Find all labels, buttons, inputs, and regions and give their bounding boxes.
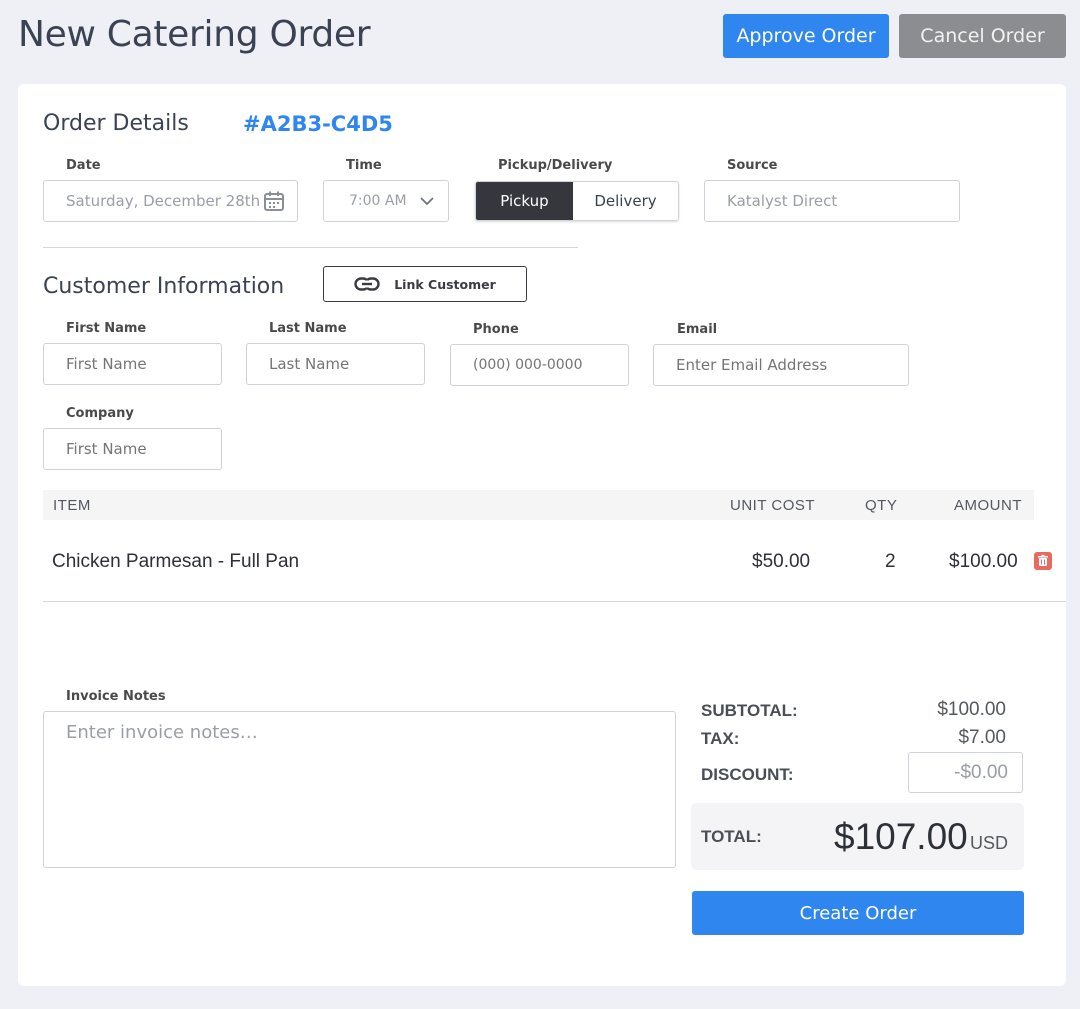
time-label: Time — [346, 158, 382, 173]
table-divider — [43, 601, 1066, 602]
page-title: New Catering Order — [18, 14, 371, 55]
date-value: Saturday, December 28th — [66, 192, 261, 210]
tax-value: $7.00 — [958, 727, 1006, 748]
total-box: TOTAL: $107.00 USD — [691, 803, 1024, 870]
email-label: Email — [677, 322, 718, 337]
phone-label: Phone — [473, 322, 519, 337]
tax-label: TAX: — [701, 729, 740, 748]
order-details-title: Order Details — [43, 111, 189, 136]
first-name-input[interactable] — [43, 343, 222, 385]
col-amount: AMOUNT — [954, 497, 1022, 514]
link-icon — [354, 277, 380, 291]
time-select[interactable]: 7:00 AM — [323, 180, 449, 222]
invoice-notes-label: Invoice Notes — [66, 689, 166, 704]
last-name-input[interactable] — [246, 343, 425, 385]
first-name-label: First Name — [66, 321, 147, 336]
company-label: Company — [66, 406, 134, 421]
total-currency: USD — [970, 833, 1009, 853]
col-unit-cost: UNIT COST — [730, 497, 816, 514]
invoice-notes-textarea[interactable]: Enter invoice notes… — [43, 711, 676, 868]
total-value: $107.00 — [834, 816, 968, 857]
discount-label: DISCOUNT: — [701, 765, 794, 784]
create-order-button[interactable]: Create Order — [692, 891, 1024, 935]
col-qty: QTY — [865, 497, 898, 514]
section-divider — [43, 247, 578, 248]
item-qty: 2 — [885, 551, 896, 572]
discount-input[interactable]: -$0.00 — [908, 752, 1023, 793]
approve-order-button[interactable]: Approve Order — [723, 14, 889, 58]
subtotal-value: $100.00 — [937, 699, 1006, 720]
phone-input[interactable] — [450, 344, 629, 386]
order-id: #A2B3-C4D5 — [243, 112, 393, 136]
link-customer-button[interactable]: Link Customer — [323, 266, 527, 302]
source-label: Source — [727, 158, 778, 173]
source-value: Katalyst Direct — [727, 192, 838, 210]
source-field[interactable]: Katalyst Direct — [704, 180, 960, 222]
date-label: Date — [66, 158, 101, 173]
date-field[interactable]: Saturday, December 28th — [43, 180, 298, 222]
col-item: ITEM — [53, 497, 91, 514]
items-table-header: ITEM UNIT COST QTY AMOUNT — [43, 490, 1034, 520]
customer-info-title: Customer Information — [43, 274, 285, 299]
pickup-option[interactable]: Pickup — [476, 182, 573, 220]
pickup-delivery-label: Pickup/Delivery — [498, 158, 613, 173]
link-customer-label: Link Customer — [394, 276, 496, 292]
trash-icon[interactable] — [1034, 552, 1052, 570]
chevron-down-icon — [420, 196, 434, 206]
time-value: 7:00 AM — [349, 193, 407, 209]
company-input[interactable] — [43, 428, 222, 470]
delivery-option[interactable]: Delivery — [573, 182, 678, 220]
cancel-order-button[interactable]: Cancel Order — [899, 14, 1066, 58]
item-name: Chicken Parmesan - Full Pan — [52, 551, 300, 572]
item-unit-cost: $50.00 — [752, 551, 811, 572]
pickup-delivery-toggle: Pickup Delivery — [475, 181, 679, 221]
subtotal-label: SUBTOTAL: — [701, 701, 798, 720]
last-name-label: Last Name — [269, 321, 347, 336]
total-label: TOTAL: — [701, 827, 762, 846]
calendar-icon[interactable] — [263, 190, 285, 212]
email-input[interactable] — [653, 344, 909, 386]
item-amount: $100.00 — [949, 551, 1018, 572]
